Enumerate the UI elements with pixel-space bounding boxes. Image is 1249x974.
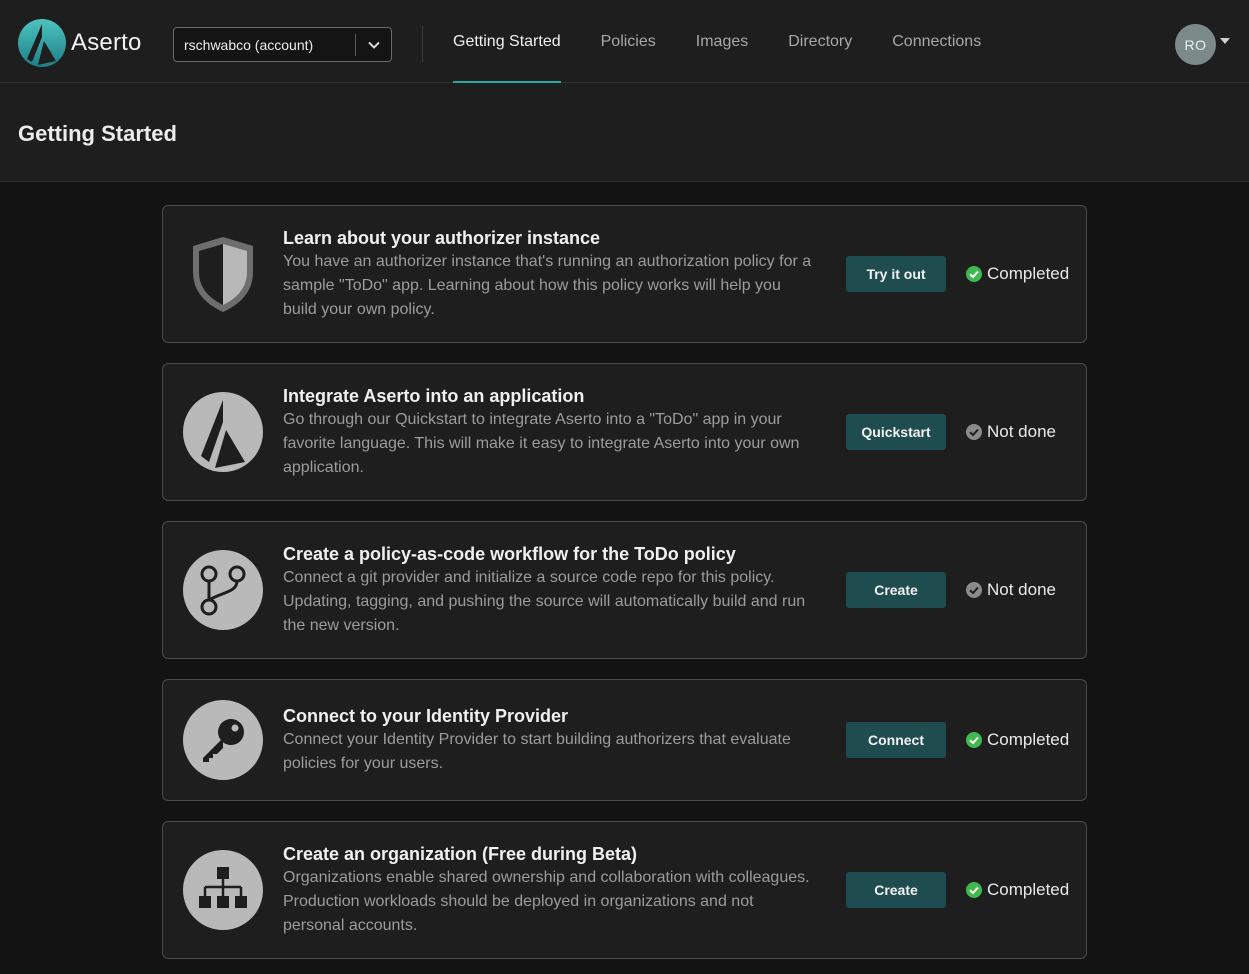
- status-badge: Completed: [966, 730, 1069, 750]
- quickstart-button[interactable]: Quickstart: [846, 414, 946, 450]
- card-identity-provider: Connect to your Identity Provider Connec…: [162, 679, 1087, 801]
- card-title: Create a policy-as-code workflow for the…: [283, 544, 736, 564]
- status-badge: Not done: [966, 422, 1056, 442]
- tab-images[interactable]: Images: [696, 0, 748, 83]
- status-text: Completed: [987, 264, 1070, 283]
- check-circle-icon: [966, 732, 982, 748]
- card-title: Create an organization (Free during Beta…: [283, 844, 638, 864]
- tab-directory[interactable]: Directory: [788, 0, 852, 83]
- chevron-down-icon[interactable]: [356, 27, 391, 62]
- key-icon: [183, 700, 263, 780]
- card-description: Connect a git provider and initialize a …: [283, 569, 806, 634]
- card-description: You have an authorizer instance that's r…: [283, 253, 812, 318]
- user-avatar[interactable]: RO: [1175, 24, 1216, 65]
- main-nav: Getting Started Policies Images Director…: [453, 0, 1021, 83]
- card-policy-as-code: Create a policy-as-code workflow for the…: [162, 521, 1087, 659]
- card-description: Go through our Quickstart to integrate A…: [283, 411, 800, 476]
- card-integrate: Integrate Aserto into an application Go …: [162, 363, 1087, 501]
- page-title: Getting Started: [18, 121, 177, 146]
- status-badge: Completed: [966, 264, 1069, 284]
- brand-name: Aserto: [71, 29, 142, 56]
- card-authorizer: Learn about your authorizer instance You…: [162, 205, 1087, 343]
- card-title: Connect to your Identity Provider: [283, 706, 569, 726]
- top-navbar: Aserto rschwabco (account) Getting Start…: [0, 0, 1249, 83]
- aserto-logo-icon: [18, 19, 66, 67]
- card-description: Connect your Identity Provider to start …: [283, 731, 791, 772]
- try-it-out-button[interactable]: Try it out: [846, 256, 946, 292]
- status-badge: Not done: [966, 580, 1056, 600]
- check-circle-icon: [966, 882, 982, 898]
- card-description: Organizations enable shared ownership an…: [283, 869, 810, 934]
- card-organization: Create an organization (Free during Beta…: [162, 821, 1087, 959]
- shield-icon: [193, 237, 253, 312]
- git-branch-icon: [183, 550, 263, 630]
- account-selector-value: rschwabco (account): [184, 36, 314, 53]
- caret-down-icon[interactable]: [1220, 38, 1230, 44]
- check-circle-icon: [966, 582, 982, 598]
- card-title: Learn about your authorizer instance: [283, 228, 601, 248]
- connect-button[interactable]: Connect: [846, 722, 946, 758]
- create-organization-button[interactable]: Create: [846, 872, 946, 908]
- card-title: Integrate Aserto into an application: [283, 386, 585, 406]
- brand-logo[interactable]: Aserto: [18, 19, 142, 67]
- check-circle-icon: [966, 424, 982, 440]
- status-text: Not done: [987, 580, 1056, 599]
- aserto-logo-icon: [183, 392, 263, 472]
- check-circle-icon: [966, 266, 982, 282]
- page-header: Getting Started: [0, 83, 1249, 182]
- account-selector[interactable]: rschwabco (account): [173, 27, 392, 62]
- tab-getting-started[interactable]: Getting Started: [453, 0, 561, 83]
- status-text: Completed: [987, 730, 1070, 749]
- status-text: Completed: [987, 880, 1070, 899]
- create-workflow-button[interactable]: Create: [846, 572, 946, 608]
- status-badge: Completed: [966, 880, 1069, 900]
- header-divider: [422, 26, 423, 62]
- org-chart-icon: [183, 850, 263, 930]
- tab-policies[interactable]: Policies: [601, 0, 656, 83]
- status-text: Not done: [987, 422, 1056, 441]
- tab-connections[interactable]: Connections: [892, 0, 981, 83]
